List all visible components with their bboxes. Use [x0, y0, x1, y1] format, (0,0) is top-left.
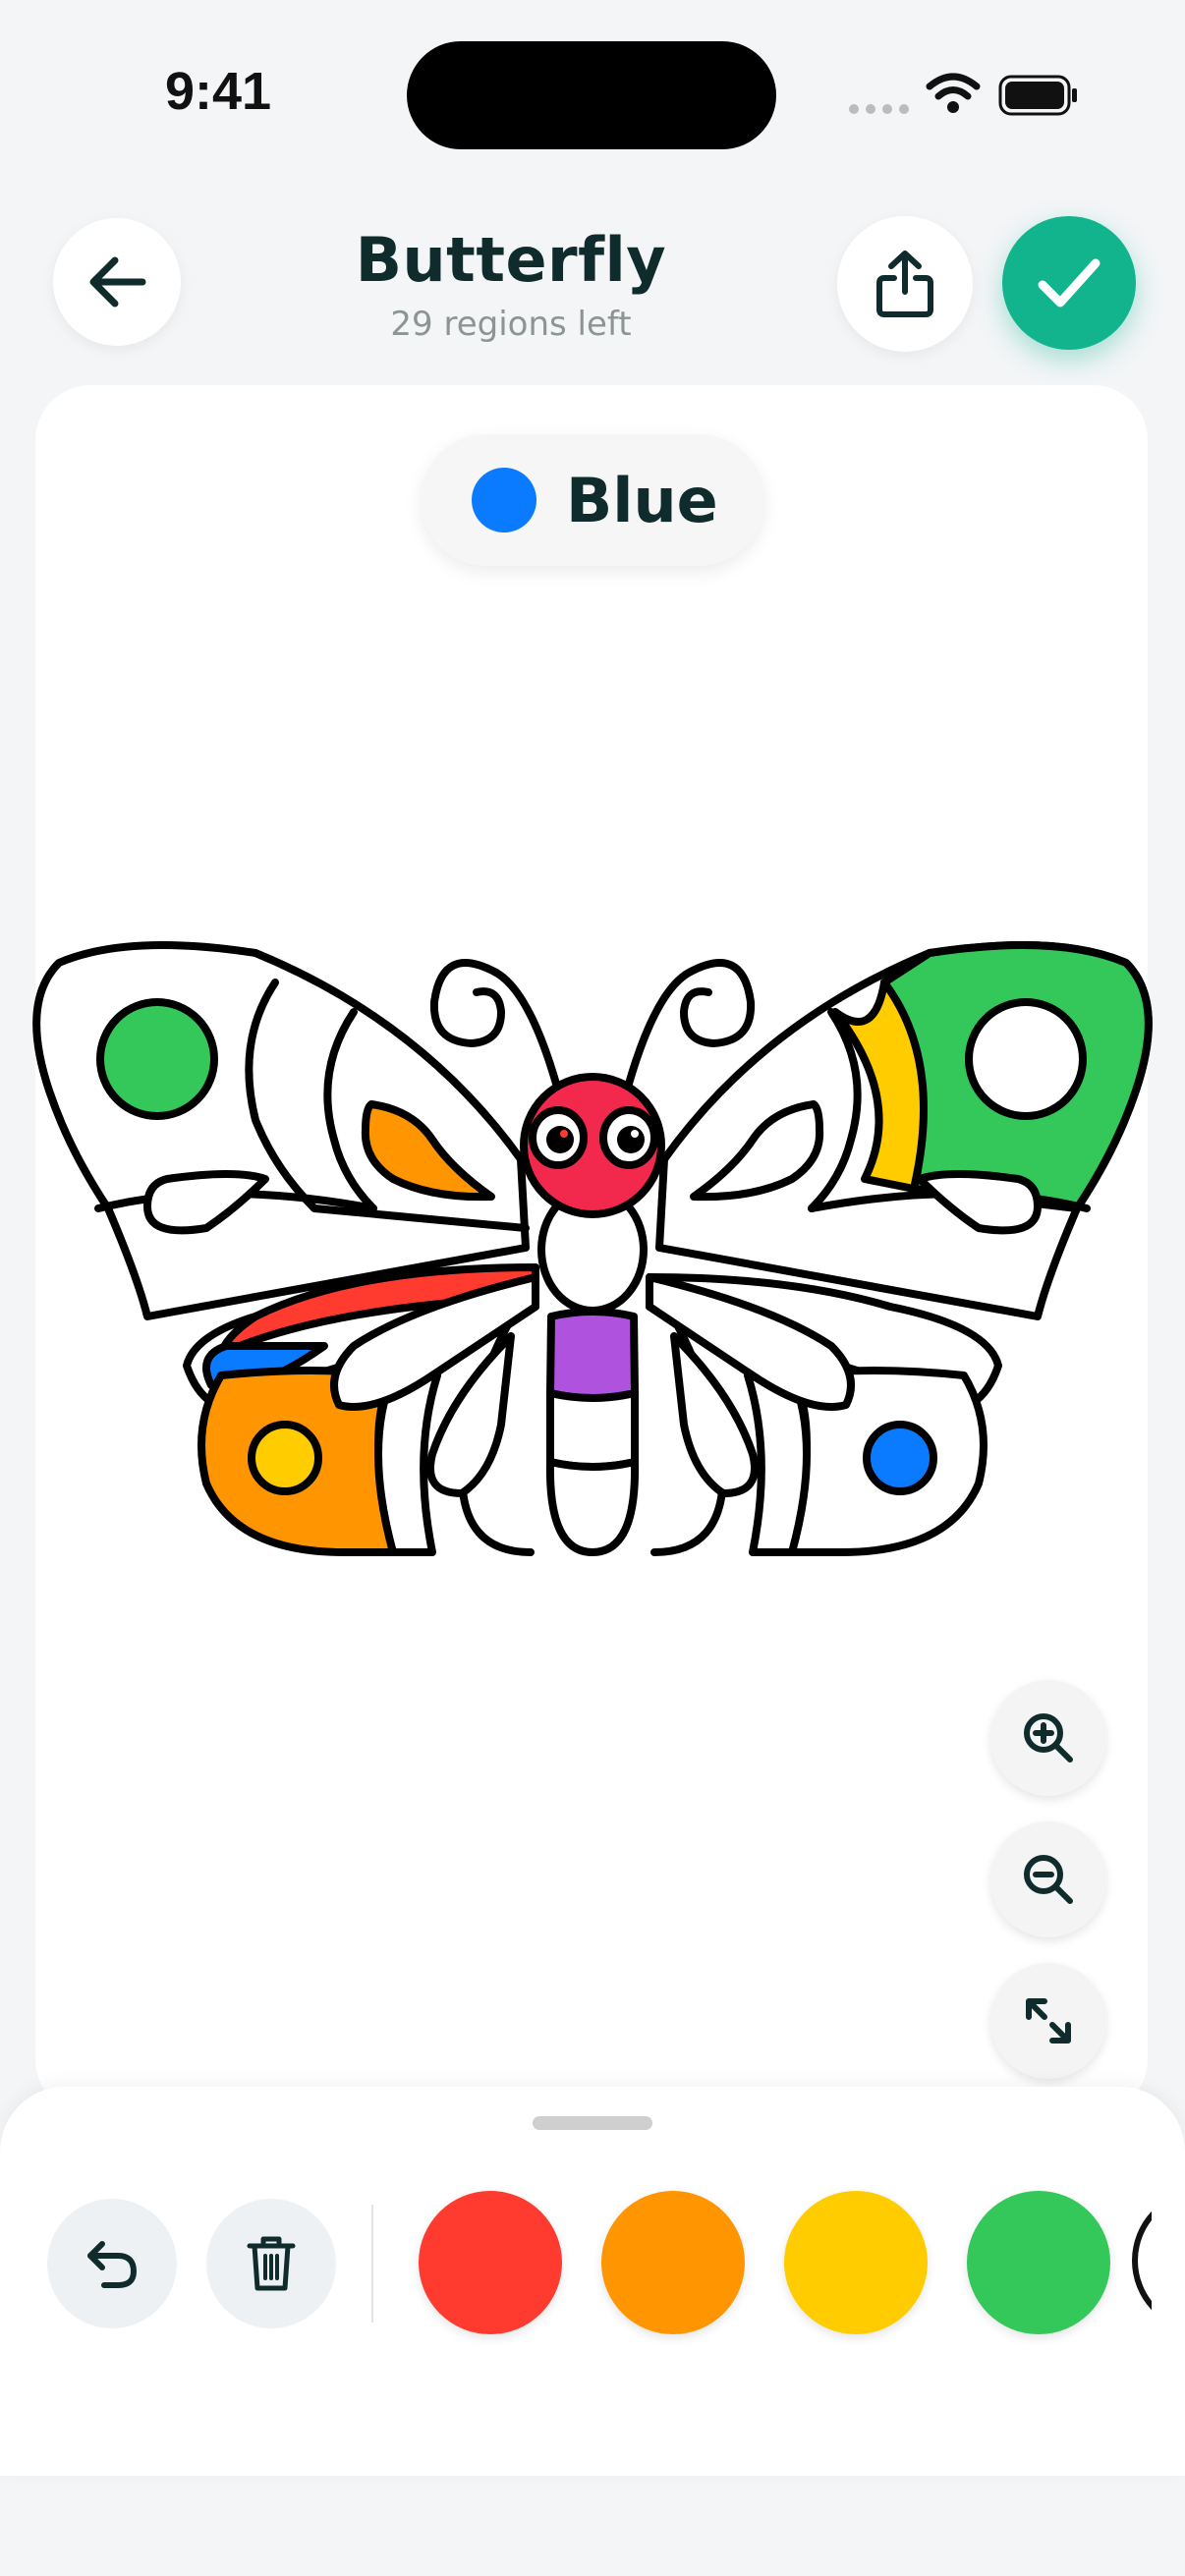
zoom-in-icon	[1024, 1713, 1073, 1763]
clear-button[interactable]	[206, 2199, 336, 2328]
undo-icon	[87, 2241, 138, 2288]
undo-button[interactable]	[47, 2199, 177, 2328]
fit-screen-button[interactable]	[990, 1963, 1106, 2079]
zoom-out-button[interactable]	[990, 1821, 1106, 1937]
fit-screen-icon	[1026, 1998, 1071, 2044]
sheet-grabber[interactable]	[533, 2116, 652, 2130]
zoom-in-button[interactable]	[990, 1680, 1106, 1796]
trash-icon	[247, 2236, 296, 2291]
swatch-yellow[interactable]	[784, 2191, 928, 2334]
swatch-partial[interactable]	[1132, 2189, 1152, 2336]
swatch-orange[interactable]	[601, 2191, 745, 2334]
swatch-red[interactable]	[419, 2191, 562, 2334]
toolbar-divider	[371, 2205, 373, 2323]
swatch-green[interactable]	[967, 2191, 1110, 2334]
zoom-out-icon	[1024, 1855, 1073, 1904]
